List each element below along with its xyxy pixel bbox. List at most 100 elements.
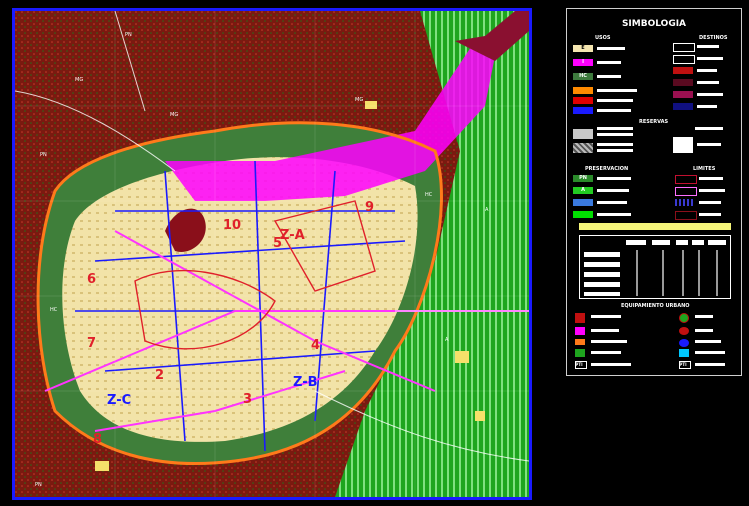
cad-viewport[interactable]: Z-A Z-B Z-C 9 10 5 7 2 3 4 6 8 PN PN PN … bbox=[0, 0, 749, 506]
area-label-hc-1: HC bbox=[425, 192, 433, 198]
zone-label-zb: Z-B bbox=[293, 375, 318, 390]
table-grid-line bbox=[698, 250, 700, 296]
legend-destinos-heading: DESTINOS bbox=[699, 35, 728, 41]
legend-text-bar bbox=[597, 213, 631, 216]
reserva-swatch-hatch bbox=[573, 143, 593, 153]
table-grid-line bbox=[636, 250, 638, 296]
zone-label-8: 8 bbox=[93, 432, 102, 447]
legend-text-bar bbox=[697, 105, 717, 108]
zone-label-za: Z-A bbox=[280, 228, 305, 243]
density-table bbox=[579, 235, 731, 299]
zone-label-5: 5 bbox=[273, 236, 282, 251]
legend-text-bar bbox=[597, 47, 625, 50]
equip-code-pti-2: PTI bbox=[679, 362, 687, 367]
limite-swatch bbox=[675, 175, 697, 184]
legend-text-bar bbox=[695, 351, 725, 354]
legend-usos-heading: USOS bbox=[595, 35, 611, 41]
area-label-mg-2: MG bbox=[170, 112, 178, 118]
equip-swatch-park bbox=[575, 349, 585, 357]
preservacion-swatch-3 bbox=[573, 199, 593, 206]
zone-label-9: 9 bbox=[365, 200, 374, 215]
legend-panel: SIMBOLOGIA USOS DESTINOS E I HC RESERVAS… bbox=[566, 8, 742, 376]
equip-swatch-church bbox=[679, 327, 689, 335]
area-label-mg-1: MG bbox=[75, 77, 83, 83]
uso-code-hc: HC bbox=[579, 73, 587, 79]
area-label-pn-2: PN bbox=[40, 152, 47, 158]
legend-text-bar bbox=[597, 61, 621, 64]
legend-text-bar bbox=[597, 99, 633, 102]
reserva-swatch bbox=[573, 129, 593, 139]
destino-swatch bbox=[673, 91, 693, 98]
legend-text-bar bbox=[597, 127, 633, 130]
table-header-band bbox=[579, 223, 731, 230]
zone-label-7: 7 bbox=[87, 336, 96, 351]
equip-swatch-sports bbox=[679, 349, 689, 357]
legend-text-bar bbox=[597, 177, 631, 180]
legend-preservacion-heading: PRESERVACION bbox=[585, 166, 629, 172]
table-grid-line bbox=[682, 250, 684, 296]
table-cell bbox=[652, 240, 670, 245]
table-cell bbox=[584, 282, 620, 287]
uso-code-i: I bbox=[582, 59, 584, 65]
legend-text-bar bbox=[597, 75, 621, 78]
preservacion-swatch-4 bbox=[573, 211, 593, 218]
table-cell bbox=[584, 262, 620, 267]
legend-text-bar bbox=[597, 133, 633, 136]
legend-text-bar bbox=[697, 93, 723, 96]
table-cell bbox=[584, 272, 620, 277]
legend-text-bar bbox=[591, 329, 619, 332]
equip-code-pti-1: PTI bbox=[575, 362, 583, 367]
legend-text-bar bbox=[695, 340, 721, 343]
legend-text-bar bbox=[591, 340, 627, 343]
legend-limites-heading: LIMITES bbox=[693, 166, 716, 172]
area-label-a-2: A bbox=[485, 207, 489, 213]
destino-swatch bbox=[673, 103, 693, 110]
legend-reservas-heading: RESERVAS bbox=[639, 119, 669, 125]
equip-swatch-market bbox=[575, 339, 585, 345]
legend-equipamiento-heading: EQUIPAMIENTO URBANO bbox=[621, 303, 690, 309]
legend-text-bar bbox=[597, 149, 633, 152]
map-canvas: Z-A Z-B Z-C 9 10 5 7 2 3 4 6 8 PN PN PN … bbox=[15, 11, 529, 497]
destino-swatch bbox=[673, 43, 695, 52]
legend-text-bar bbox=[695, 363, 725, 366]
area-label-pn-1: PN bbox=[125, 32, 132, 38]
limite-swatch bbox=[675, 187, 697, 196]
table-cell bbox=[708, 240, 726, 245]
uso-swatch-4 bbox=[573, 87, 593, 94]
land-use-map[interactable]: Z-A Z-B Z-C 9 10 5 7 2 3 4 6 8 PN PN PN … bbox=[12, 8, 532, 500]
equip-swatch-school bbox=[575, 327, 585, 335]
legend-text-bar bbox=[697, 143, 721, 146]
legend-text-bar bbox=[697, 45, 719, 48]
table-grid-line bbox=[662, 250, 664, 296]
preservacion-code-a: A bbox=[581, 187, 585, 193]
area-label-hc-2: HC bbox=[50, 307, 58, 313]
uso-swatch-6 bbox=[573, 107, 593, 114]
table-cell bbox=[676, 240, 688, 245]
limite-swatch bbox=[675, 211, 697, 220]
legend-text-bar bbox=[699, 177, 723, 180]
legend-text-bar bbox=[597, 89, 637, 92]
uso-swatch-5 bbox=[573, 97, 593, 104]
legend-text-bar bbox=[697, 69, 717, 72]
legend-text-bar bbox=[695, 315, 713, 318]
zone-label-10: 10 bbox=[223, 218, 241, 233]
legend-text-bar bbox=[597, 109, 631, 112]
zone-label-zc: Z-C bbox=[107, 393, 131, 408]
destino-swatch bbox=[673, 55, 695, 64]
destino-swatch bbox=[673, 79, 693, 86]
table-cell bbox=[626, 240, 646, 245]
area-label-mg-3: MG bbox=[355, 97, 363, 103]
legend-text-bar bbox=[697, 81, 719, 84]
legend-text-bar bbox=[695, 329, 713, 332]
preservacion-code-pn: PN bbox=[579, 175, 587, 181]
equip-swatch-cemetery bbox=[679, 313, 689, 323]
legend-text-bar bbox=[695, 127, 723, 130]
legend-text-bar bbox=[697, 57, 723, 60]
table-cell bbox=[584, 252, 620, 257]
legend-text-bar bbox=[591, 315, 621, 318]
legend-text-bar bbox=[591, 363, 631, 366]
legend-text-bar bbox=[699, 201, 721, 204]
legend-text-bar bbox=[597, 143, 633, 146]
area-label-pn-3: PN bbox=[35, 482, 42, 488]
table-cell bbox=[584, 292, 620, 296]
